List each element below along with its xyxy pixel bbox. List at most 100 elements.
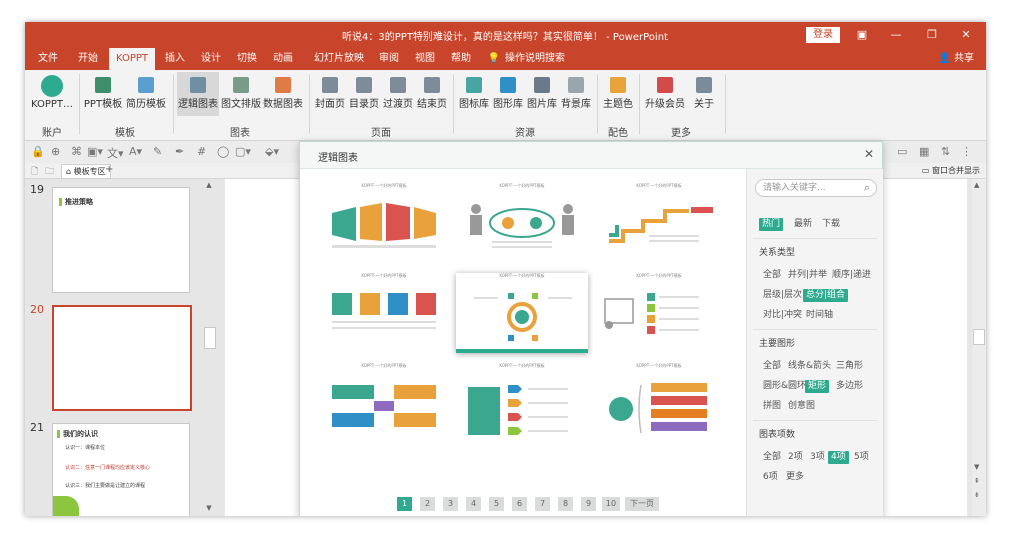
page-button-9[interactable]: 9	[581, 497, 596, 511]
filter-shape-circle[interactable]: 圆形&圆环	[762, 380, 807, 393]
menu-design[interactable]: 设计	[197, 48, 225, 70]
page-button-8[interactable]: 8	[558, 497, 573, 511]
filter-shape-all[interactable]: 全部	[762, 360, 782, 373]
logic-chart-button[interactable]: 逻辑图表	[177, 72, 219, 116]
filter-relation-timeline[interactable]: 时间轴	[805, 309, 834, 322]
scroll-thumb[interactable]	[204, 327, 216, 349]
more-icon[interactable]: ⋮	[961, 145, 972, 158]
menu-view[interactable]: 视图	[411, 48, 439, 70]
icon-library-button[interactable]: 图标库	[457, 72, 491, 116]
scroll-up-icon[interactable]: ▲	[974, 181, 979, 189]
bucket-icon[interactable]: ⬙▾	[265, 145, 279, 158]
koppt-account-button[interactable]: KOPPT…	[29, 72, 75, 116]
fit-icon[interactable]: ▭	[897, 145, 907, 158]
about-button[interactable]: 关于	[689, 72, 719, 116]
folder-icon[interactable]: 🗀	[45, 164, 54, 180]
template-card-1[interactable]: KOPPT·一个好的PPT模板	[318, 183, 450, 263]
hash-icon[interactable]: #	[197, 145, 206, 158]
shape-library-button[interactable]: 图形库	[491, 72, 525, 116]
restore-icon[interactable]: ❐	[922, 26, 942, 44]
menu-slideshow[interactable]: 幻灯片放映	[311, 48, 367, 70]
tab-template-zone[interactable]: ⌂ 模板专区	[61, 164, 111, 179]
filter-items-more[interactable]: 更多	[785, 471, 805, 484]
filter-relation-sequence[interactable]: 顺序|递进	[831, 269, 872, 282]
theme-color-button[interactable]: 主题色	[601, 72, 635, 116]
filter-items-5[interactable]: 5项	[853, 451, 870, 464]
filter-shape-creative[interactable]: 创意图	[787, 400, 816, 413]
scroll-thumb[interactable]	[973, 329, 985, 345]
filter-relation-hierarchy[interactable]: 层级|层次	[762, 289, 803, 302]
filter-shape-polygon[interactable]: 多边形	[835, 380, 864, 393]
minimize-icon[interactable]: —	[886, 26, 906, 44]
login-button[interactable]: 登录	[806, 27, 840, 43]
page-button-1[interactable]: 1	[397, 497, 412, 511]
font-color-icon[interactable]: A▾	[129, 145, 142, 158]
thumbnail-scrollbar[interactable]: ▲ ▼	[203, 179, 216, 516]
grid-icon[interactable]: ▦	[919, 145, 929, 158]
menu-animations[interactable]: 动画	[269, 48, 297, 70]
scroll-down-icon[interactable]: ▼	[204, 504, 214, 512]
page-button-5[interactable]: 5	[489, 497, 504, 511]
sort-tab-download[interactable]: 下载	[821, 218, 841, 231]
filter-shape-lines-arrows[interactable]: 线条&箭头	[787, 360, 832, 373]
page-button-4[interactable]: 4	[466, 497, 481, 511]
background-library-button[interactable]: 背景库	[559, 72, 593, 116]
frame-icon[interactable]: ▣▾	[87, 145, 103, 158]
slide-thumbnail-20[interactable]	[52, 305, 192, 411]
page-down-icon[interactable]: ⇟	[974, 491, 980, 499]
search-input[interactable]	[763, 180, 855, 196]
graphic-layout-button[interactable]: 图文排版	[221, 72, 261, 116]
editor-scrollbar[interactable]: ▲ ▼ ⇞ ⇟	[972, 179, 986, 516]
menu-insert[interactable]: 插入	[161, 48, 189, 70]
end-page-button[interactable]: 结束页	[415, 72, 449, 116]
menu-home[interactable]: 开始	[71, 48, 105, 70]
scroll-up-icon[interactable]: ▲	[204, 181, 214, 189]
page-button-2[interactable]: 2	[420, 497, 435, 511]
template-card-3[interactable]: KOPPT·一个好的PPT模板	[593, 183, 725, 263]
menu-transitions[interactable]: 切换	[233, 48, 261, 70]
close-icon[interactable]: ✕	[956, 26, 976, 44]
resume-template-button[interactable]: 简历模板	[125, 72, 167, 116]
filter-items-all[interactable]: 全部	[762, 451, 782, 464]
menu-koppt[interactable]: KOPPT	[109, 48, 155, 70]
filter-relation-parallel[interactable]: 并列|并举	[787, 269, 828, 282]
upgrade-member-button[interactable]: 升级会员	[643, 72, 687, 116]
filter-shape-puzzle[interactable]: 拼图	[762, 400, 782, 413]
filter-shape-triangle[interactable]: 三角形	[835, 360, 864, 373]
lock-icon[interactable]: 🔒	[31, 145, 45, 158]
chart-tool-icon[interactable]: ⊕	[51, 145, 60, 158]
filter-relation-contrast[interactable]: 对比|冲突	[762, 309, 803, 322]
menu-review[interactable]: 审阅	[375, 48, 403, 70]
filter-items-2[interactable]: 2项	[787, 451, 804, 464]
filter-items-3[interactable]: 3项	[809, 451, 826, 464]
transition-page-button[interactable]: 过渡页	[381, 72, 415, 116]
template-card-7[interactable]: KOPPT·一个好的PPT模板	[318, 363, 450, 443]
template-card-6[interactable]: KOPPT·一个好的PPT模板	[593, 273, 725, 353]
text-icon[interactable]: 文▾	[107, 145, 124, 161]
color-fill-icon[interactable]: ▢▾	[235, 145, 251, 158]
page-up-icon[interactable]: ⇞	[974, 477, 980, 485]
sort-icon[interactable]: ⇅	[941, 145, 950, 158]
filter-relation-composite[interactable]: 总分|组合	[803, 289, 849, 302]
template-card-8[interactable]: KOPPT·一个好的PPT模板	[456, 363, 588, 443]
clip-icon[interactable]: ⌘	[71, 145, 82, 158]
toc-page-button[interactable]: 目录页	[347, 72, 381, 116]
slide-thumbnail-21[interactable]: 我们的认识 认识一：课程本位 认识二：任意一门课程均应该定义核心 认识三：我们主…	[52, 423, 190, 516]
tell-me-search[interactable]: 操作说明搜索	[505, 48, 565, 70]
ribbon-display-options-icon[interactable]: ▣	[852, 26, 872, 44]
file-icon[interactable]: 🗋	[31, 164, 38, 180]
filter-items-4[interactable]: 4项	[828, 451, 849, 464]
window-merge-button[interactable]: ▭ 窗口合并显示	[922, 165, 980, 176]
page-button-6[interactable]: 6	[512, 497, 527, 511]
sort-tab-latest[interactable]: 最新	[793, 218, 813, 231]
page-button-10[interactable]: 10	[602, 497, 620, 511]
filter-relation-all[interactable]: 全部	[762, 269, 782, 282]
filter-items-6[interactable]: 6项	[762, 471, 779, 484]
sort-tab-hot[interactable]: 热门	[759, 218, 784, 231]
template-card-4[interactable]: KOPPT·一个好的PPT模板	[318, 273, 450, 353]
template-card-5[interactable]: KOPPT·一个好的PPT模板	[456, 273, 588, 353]
slide-thumbnail-19[interactable]: 推进策略	[52, 187, 190, 293]
paint-icon[interactable]: ✎	[153, 145, 162, 158]
ppt-template-button[interactable]: PPT模板	[83, 72, 123, 116]
next-page-button[interactable]: 下一页	[625, 497, 659, 511]
